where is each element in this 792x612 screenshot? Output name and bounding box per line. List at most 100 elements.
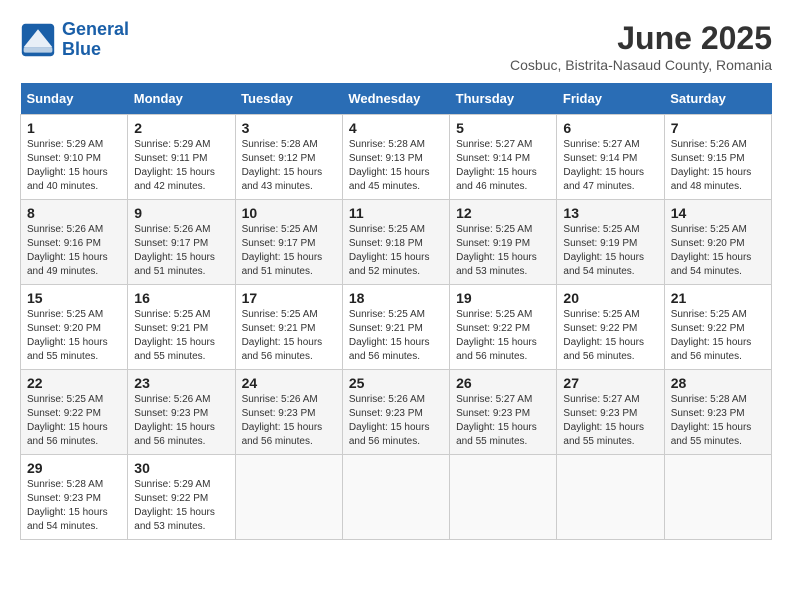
day-number: 14 xyxy=(671,205,765,221)
logo-text: General Blue xyxy=(62,20,129,60)
table-row: 12 Sunrise: 5:25 AMSunset: 9:19 PMDaylig… xyxy=(450,200,557,285)
table-row: 21 Sunrise: 5:25 AMSunset: 9:22 PMDaylig… xyxy=(664,285,771,370)
day-info: Sunrise: 5:25 AMSunset: 9:21 PMDaylight:… xyxy=(349,309,430,362)
table-row: 17 Sunrise: 5:25 AMSunset: 9:21 PMDaylig… xyxy=(235,285,342,370)
day-info: Sunrise: 5:27 AMSunset: 9:23 PMDaylight:… xyxy=(563,394,644,447)
page-header: General Blue June 2025 Cosbuc, Bistrita-… xyxy=(20,20,772,73)
day-info: Sunrise: 5:25 AMSunset: 9:22 PMDaylight:… xyxy=(456,309,537,362)
table-row: 10 Sunrise: 5:25 AMSunset: 9:17 PMDaylig… xyxy=(235,200,342,285)
logo-icon xyxy=(20,22,56,58)
day-number: 28 xyxy=(671,375,765,391)
day-info: Sunrise: 5:26 AMSunset: 9:23 PMDaylight:… xyxy=(242,394,323,447)
day-info: Sunrise: 5:25 AMSunset: 9:18 PMDaylight:… xyxy=(349,224,430,277)
day-number: 24 xyxy=(242,375,336,391)
day-info: Sunrise: 5:27 AMSunset: 9:23 PMDaylight:… xyxy=(456,394,537,447)
day-number: 11 xyxy=(349,205,443,221)
day-info: Sunrise: 5:29 AMSunset: 9:10 PMDaylight:… xyxy=(27,139,108,192)
day-info: Sunrise: 5:28 AMSunset: 9:13 PMDaylight:… xyxy=(349,139,430,192)
day-number: 23 xyxy=(134,375,228,391)
day-info: Sunrise: 5:27 AMSunset: 9:14 PMDaylight:… xyxy=(563,139,644,192)
day-number: 21 xyxy=(671,290,765,306)
header-friday: Friday xyxy=(557,83,664,115)
day-number: 29 xyxy=(27,460,121,476)
calendar-header-row: Sunday Monday Tuesday Wednesday Thursday… xyxy=(21,83,772,115)
table-row: 2 Sunrise: 5:29 AMSunset: 9:11 PMDayligh… xyxy=(128,115,235,200)
table-row xyxy=(342,455,449,540)
day-info: Sunrise: 5:26 AMSunset: 9:23 PMDaylight:… xyxy=(134,394,215,447)
day-number: 8 xyxy=(27,205,121,221)
calendar-week-1: 1 Sunrise: 5:29 AMSunset: 9:10 PMDayligh… xyxy=(21,115,772,200)
day-info: Sunrise: 5:28 AMSunset: 9:23 PMDaylight:… xyxy=(27,479,108,532)
day-info: Sunrise: 5:25 AMSunset: 9:19 PMDaylight:… xyxy=(456,224,537,277)
table-row: 4 Sunrise: 5:28 AMSunset: 9:13 PMDayligh… xyxy=(342,115,449,200)
day-info: Sunrise: 5:26 AMSunset: 9:16 PMDaylight:… xyxy=(27,224,108,277)
day-info: Sunrise: 5:28 AMSunset: 9:23 PMDaylight:… xyxy=(671,394,752,447)
day-info: Sunrise: 5:25 AMSunset: 9:22 PMDaylight:… xyxy=(671,309,752,362)
day-info: Sunrise: 5:25 AMSunset: 9:22 PMDaylight:… xyxy=(563,309,644,362)
table-row xyxy=(557,455,664,540)
day-info: Sunrise: 5:28 AMSunset: 9:12 PMDaylight:… xyxy=(242,139,323,192)
day-number: 1 xyxy=(27,120,121,136)
day-info: Sunrise: 5:26 AMSunset: 9:15 PMDaylight:… xyxy=(671,139,752,192)
day-number: 20 xyxy=(563,290,657,306)
day-info: Sunrise: 5:26 AMSunset: 9:17 PMDaylight:… xyxy=(134,224,215,277)
table-row: 3 Sunrise: 5:28 AMSunset: 9:12 PMDayligh… xyxy=(235,115,342,200)
table-row xyxy=(450,455,557,540)
day-info: Sunrise: 5:27 AMSunset: 9:14 PMDaylight:… xyxy=(456,139,537,192)
day-number: 9 xyxy=(134,205,228,221)
day-number: 22 xyxy=(27,375,121,391)
header-wednesday: Wednesday xyxy=(342,83,449,115)
table-row: 20 Sunrise: 5:25 AMSunset: 9:22 PMDaylig… xyxy=(557,285,664,370)
day-number: 27 xyxy=(563,375,657,391)
day-info: Sunrise: 5:25 AMSunset: 9:21 PMDaylight:… xyxy=(134,309,215,362)
calendar-week-2: 8 Sunrise: 5:26 AMSunset: 9:16 PMDayligh… xyxy=(21,200,772,285)
day-info: Sunrise: 5:25 AMSunset: 9:20 PMDaylight:… xyxy=(671,224,752,277)
header-saturday: Saturday xyxy=(664,83,771,115)
table-row: 27 Sunrise: 5:27 AMSunset: 9:23 PMDaylig… xyxy=(557,370,664,455)
table-row: 13 Sunrise: 5:25 AMSunset: 9:19 PMDaylig… xyxy=(557,200,664,285)
day-number: 3 xyxy=(242,120,336,136)
table-row: 11 Sunrise: 5:25 AMSunset: 9:18 PMDaylig… xyxy=(342,200,449,285)
table-row: 9 Sunrise: 5:26 AMSunset: 9:17 PMDayligh… xyxy=(128,200,235,285)
header-thursday: Thursday xyxy=(450,83,557,115)
main-title: June 2025 xyxy=(510,20,772,57)
table-row: 7 Sunrise: 5:26 AMSunset: 9:15 PMDayligh… xyxy=(664,115,771,200)
day-info: Sunrise: 5:26 AMSunset: 9:23 PMDaylight:… xyxy=(349,394,430,447)
day-number: 5 xyxy=(456,120,550,136)
table-row xyxy=(235,455,342,540)
day-number: 12 xyxy=(456,205,550,221)
table-row: 29 Sunrise: 5:28 AMSunset: 9:23 PMDaylig… xyxy=(21,455,128,540)
day-number: 26 xyxy=(456,375,550,391)
day-number: 30 xyxy=(134,460,228,476)
day-number: 15 xyxy=(27,290,121,306)
day-info: Sunrise: 5:25 AMSunset: 9:21 PMDaylight:… xyxy=(242,309,323,362)
header-monday: Monday xyxy=(128,83,235,115)
table-row: 28 Sunrise: 5:28 AMSunset: 9:23 PMDaylig… xyxy=(664,370,771,455)
day-info: Sunrise: 5:29 AMSunset: 9:11 PMDaylight:… xyxy=(134,139,215,192)
table-row: 22 Sunrise: 5:25 AMSunset: 9:22 PMDaylig… xyxy=(21,370,128,455)
table-row: 24 Sunrise: 5:26 AMSunset: 9:23 PMDaylig… xyxy=(235,370,342,455)
table-row: 14 Sunrise: 5:25 AMSunset: 9:20 PMDaylig… xyxy=(664,200,771,285)
table-row: 16 Sunrise: 5:25 AMSunset: 9:21 PMDaylig… xyxy=(128,285,235,370)
day-number: 4 xyxy=(349,120,443,136)
table-row: 19 Sunrise: 5:25 AMSunset: 9:22 PMDaylig… xyxy=(450,285,557,370)
day-number: 10 xyxy=(242,205,336,221)
subtitle: Cosbuc, Bistrita-Nasaud County, Romania xyxy=(510,57,772,73)
logo-line1: General xyxy=(62,19,129,39)
table-row: 15 Sunrise: 5:25 AMSunset: 9:20 PMDaylig… xyxy=(21,285,128,370)
table-row: 26 Sunrise: 5:27 AMSunset: 9:23 PMDaylig… xyxy=(450,370,557,455)
table-row: 30 Sunrise: 5:29 AMSunset: 9:22 PMDaylig… xyxy=(128,455,235,540)
table-row: 18 Sunrise: 5:25 AMSunset: 9:21 PMDaylig… xyxy=(342,285,449,370)
calendar-week-5: 29 Sunrise: 5:28 AMSunset: 9:23 PMDaylig… xyxy=(21,455,772,540)
day-number: 19 xyxy=(456,290,550,306)
day-info: Sunrise: 5:29 AMSunset: 9:22 PMDaylight:… xyxy=(134,479,215,532)
day-info: Sunrise: 5:25 AMSunset: 9:17 PMDaylight:… xyxy=(242,224,323,277)
day-info: Sunrise: 5:25 AMSunset: 9:22 PMDaylight:… xyxy=(27,394,108,447)
calendar-week-4: 22 Sunrise: 5:25 AMSunset: 9:22 PMDaylig… xyxy=(21,370,772,455)
table-row: 8 Sunrise: 5:26 AMSunset: 9:16 PMDayligh… xyxy=(21,200,128,285)
day-number: 6 xyxy=(563,120,657,136)
day-number: 16 xyxy=(134,290,228,306)
day-number: 2 xyxy=(134,120,228,136)
table-row: 1 Sunrise: 5:29 AMSunset: 9:10 PMDayligh… xyxy=(21,115,128,200)
table-row: 25 Sunrise: 5:26 AMSunset: 9:23 PMDaylig… xyxy=(342,370,449,455)
